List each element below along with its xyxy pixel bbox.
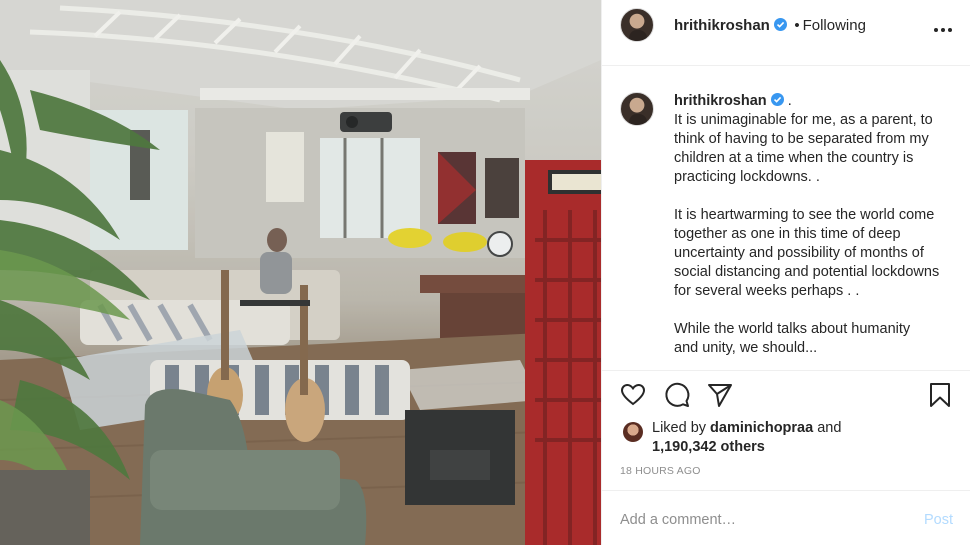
comment-icon[interactable] xyxy=(663,381,691,409)
living-room-photo xyxy=(0,0,601,545)
more-options-icon[interactable] xyxy=(933,19,953,33)
comments-section[interactable]: hrithikroshan . It is unimaginable for m… xyxy=(602,66,970,370)
post-details-panel: hrithikroshan • Following hrithikroshan .… xyxy=(601,0,970,545)
post-comment-button[interactable]: Post xyxy=(924,512,953,528)
author-line: hrithikroshan • Following xyxy=(674,17,866,35)
author-username[interactable]: hrithikroshan xyxy=(674,17,770,34)
caption-username[interactable]: hrithikroshan xyxy=(674,93,767,109)
post-actions: Liked by daminichopraa and 1,190,342 oth… xyxy=(602,370,970,490)
caption-author-avatar[interactable] xyxy=(620,92,654,126)
liker-username[interactable]: daminichopraa xyxy=(710,420,813,436)
caption-text-cut: and unity, we should... xyxy=(674,340,818,356)
heart-icon[interactable] xyxy=(619,381,647,409)
liker-avatar[interactable] xyxy=(623,422,643,442)
add-comment-bar: Post xyxy=(602,490,970,545)
likes-prefix: Liked by xyxy=(652,420,707,436)
post-photo[interactable] xyxy=(0,0,601,545)
comment-input[interactable] xyxy=(620,509,900,531)
paper-plane-icon[interactable] xyxy=(706,381,734,409)
verified-badge-icon xyxy=(770,93,784,106)
author-avatar[interactable] xyxy=(620,8,654,42)
likes-text: Liked by daminichopraa and 1,190,342 oth… xyxy=(652,419,952,457)
post-header: hrithikroshan • Following xyxy=(602,0,970,66)
bookmark-icon[interactable] xyxy=(926,381,954,409)
post-timestamp[interactable]: 18 HOURS AGO xyxy=(620,465,701,477)
caption-text: It is unimaginable for me, as a parent, … xyxy=(674,112,940,337)
post-caption: hrithikroshan . It is unimaginable for m… xyxy=(674,92,944,358)
verified-badge-icon xyxy=(773,18,787,31)
caption-suffix: . xyxy=(787,93,792,109)
likes-count[interactable]: 1,190,342 others xyxy=(652,439,765,455)
following-button[interactable]: Following xyxy=(803,17,866,34)
separator-dot: • xyxy=(794,17,800,34)
likes-conj: and xyxy=(817,420,842,436)
